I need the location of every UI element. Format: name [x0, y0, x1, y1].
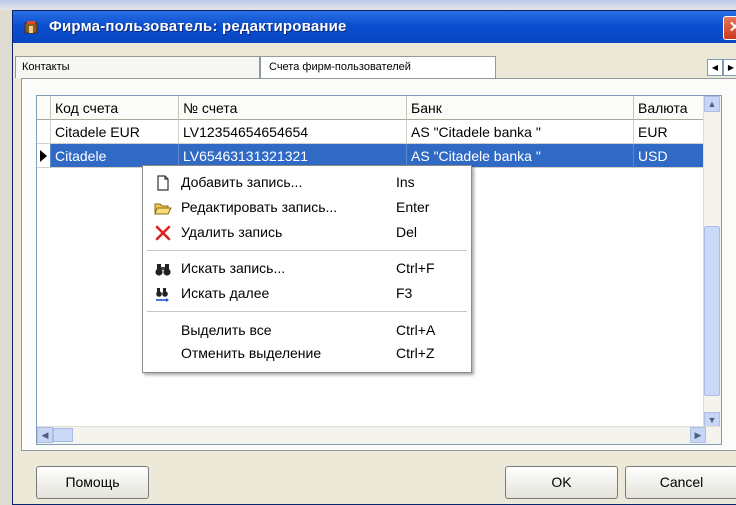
close-button[interactable]: ✕ — [723, 16, 736, 40]
grid-header: Код счета № счета Банк Валюта — [37, 96, 707, 120]
tab-scroll-right-button[interactable]: ▶ — [723, 59, 736, 76]
menu-item-label: Искать далее — [181, 285, 270, 301]
delete-x-icon — [155, 225, 171, 241]
current-row-arrow-icon — [40, 150, 47, 162]
cell-currency[interactable]: USD — [634, 144, 707, 168]
background-toolbar — [0, 0, 736, 10]
menu-item-shortcut: Del — [396, 224, 418, 240]
cell-currency[interactable]: EUR — [634, 120, 707, 144]
menu-item-edit[interactable]: Редактировать запись... Enter — [143, 196, 471, 219]
menu-item-label: Отменить выделение — [181, 345, 322, 361]
menu-item-add[interactable]: Добавить запись... Ins — [143, 171, 471, 194]
column-header-currency[interactable]: Валюта — [634, 96, 707, 120]
new-document-icon — [157, 175, 169, 191]
row-indicator — [37, 144, 51, 168]
scroll-left-button[interactable]: ◀ — [37, 427, 53, 443]
title-bar[interactable]: Фирма-пользователь: редактирование ✕ — [13, 11, 736, 43]
tab-contacts[interactable]: Контакты — [15, 56, 260, 78]
menu-item-label: Добавить запись... — [181, 174, 303, 190]
menu-item-find[interactable]: Искать запись... Ctrl+F — [143, 257, 471, 280]
indicator-header — [37, 96, 51, 120]
table-row[interactable]: Citadele EUR LV12354654654654 AS "Citade… — [37, 120, 707, 144]
context-menu: Добавить запись... Ins Редактировать зап… — [142, 165, 472, 373]
menu-item-label: Искать запись... — [181, 260, 286, 276]
tab-bar: Контакты Счета фирм-пользователей ◀ ▶ — [15, 56, 736, 78]
tab-accounts[interactable]: Счета фирм-пользователей — [260, 56, 496, 78]
find-next-icon — [156, 288, 169, 302]
horizontal-scrollbar[interactable]: ◀ ▶ — [37, 426, 721, 444]
menu-item-deselect[interactable]: Отменить выделение Ctrl+Z — [143, 342, 471, 365]
column-header-account[interactable]: № счета — [179, 96, 407, 120]
menu-item-label: Выделить все — [181, 322, 272, 338]
menu-separator — [147, 311, 467, 312]
app-icon — [24, 21, 38, 34]
menu-item-shortcut: Ctrl+A — [396, 322, 436, 338]
menu-item-delete[interactable]: Удалить запись Del — [143, 221, 471, 244]
column-header-bank[interactable]: Банк — [407, 96, 634, 120]
vertical-scrollbar[interactable]: ▲ ▼ — [703, 96, 721, 428]
vertical-scroll-thumb[interactable] — [704, 226, 720, 396]
tab-scroll-buttons: ◀ ▶ — [707, 59, 736, 76]
column-header-code[interactable]: Код счета — [51, 96, 179, 120]
row-indicator — [37, 120, 51, 144]
horizontal-scroll-thumb[interactable] — [53, 428, 73, 442]
menu-separator — [147, 250, 467, 251]
cell-code[interactable]: Citadele EUR — [51, 120, 179, 144]
window-title: Фирма-пользователь: редактирование — [49, 18, 347, 35]
tab-scroll-left-button[interactable]: ◀ — [707, 59, 723, 76]
open-folder-icon — [154, 203, 172, 215]
scroll-right-button[interactable]: ▶ — [690, 427, 706, 443]
menu-item-shortcut: Ctrl+F — [396, 260, 435, 276]
scroll-up-button[interactable]: ▲ — [704, 96, 720, 112]
ok-button[interactable]: OK — [505, 466, 618, 499]
menu-item-shortcut: Ctrl+Z — [396, 345, 435, 361]
cell-account[interactable]: LV12354654654654 — [179, 120, 407, 144]
menu-item-label: Редактировать запись... — [181, 199, 338, 215]
cancel-button[interactable]: Cancel — [625, 466, 736, 499]
menu-item-select-all[interactable]: Выделить все Ctrl+A — [143, 319, 471, 342]
menu-item-shortcut: F3 — [396, 285, 413, 301]
cell-bank[interactable]: AS "Citadele banka " — [407, 120, 634, 144]
binoculars-icon — [155, 264, 171, 276]
menu-item-shortcut: Ins — [396, 174, 415, 190]
menu-item-find-next[interactable]: Искать далее F3 — [143, 282, 471, 305]
menu-item-label: Удалить запись — [181, 224, 283, 240]
menu-item-shortcut: Enter — [396, 199, 430, 215]
help-button[interactable]: Помощь — [36, 466, 149, 499]
